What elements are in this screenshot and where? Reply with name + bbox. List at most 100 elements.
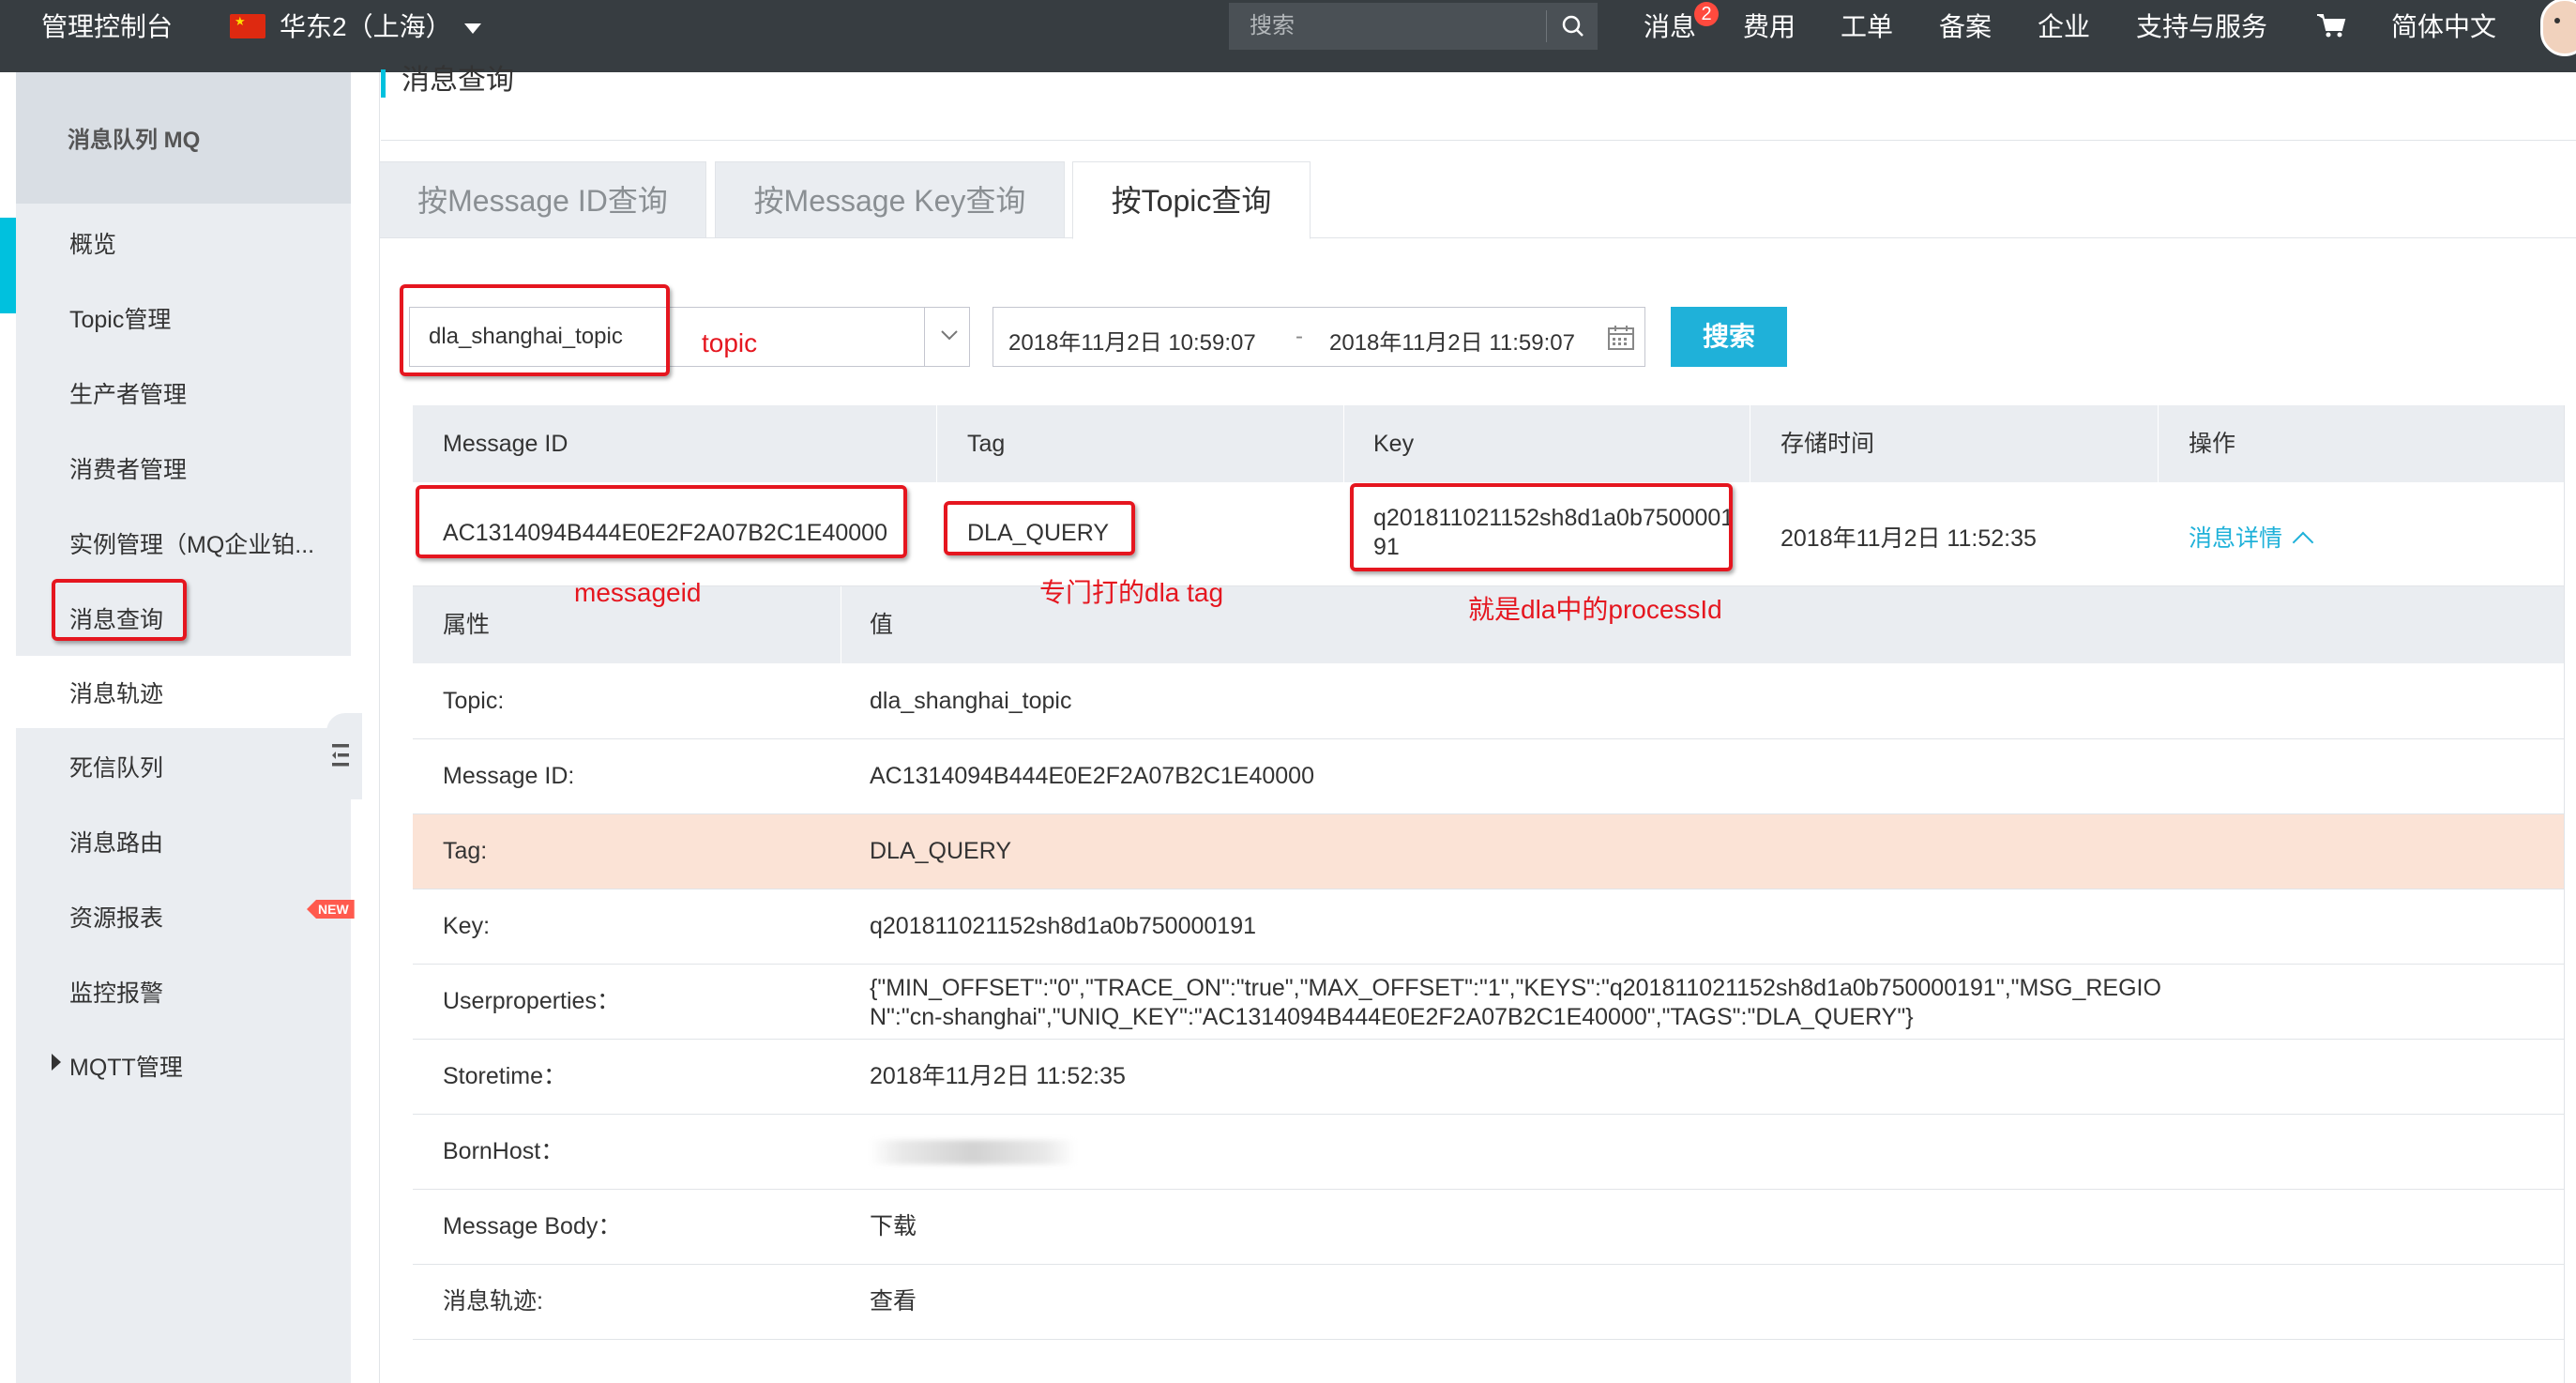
- detail-row-key: Key: q201811021152sh8d1a0b750000191: [413, 889, 2565, 965]
- column-divider: [1343, 405, 1344, 482]
- annotation-box-topic: [400, 284, 670, 376]
- title-divider: [381, 140, 2576, 141]
- tab-query-by-message-key[interactable]: 按Message Key查询: [715, 161, 1065, 238]
- detail-header-property: 属性: [443, 612, 491, 638]
- detail-value: AC1314094B444E0E2F2A07B2C1E40000: [870, 763, 1314, 789]
- nav-tickets[interactable]: 工单: [1841, 0, 1893, 54]
- detail-value: 2018年11月2日 11:52:35: [870, 1063, 1126, 1089]
- column-header-message-id: Message ID: [443, 431, 568, 457]
- detail-key: Message Body：: [443, 1213, 622, 1239]
- detail-value-redacted: [870, 1115, 1076, 1189]
- annotation-box-message-query: [52, 579, 187, 641]
- column-header-actions: 操作: [2189, 431, 2236, 457]
- annotation-box-tag: [944, 501, 1135, 555]
- sidebar-accent-bar: [0, 218, 16, 313]
- detail-value: DLA_QUERY: [870, 838, 1011, 864]
- cart-icon[interactable]: [2315, 11, 2347, 39]
- tab-query-by-topic[interactable]: 按Topic查询: [1072, 161, 1311, 239]
- column-header-store-time: 存储时间: [1780, 431, 1875, 457]
- product-name: 消息队列 MQ: [68, 128, 201, 153]
- detail-key: Topic:: [443, 688, 505, 714]
- annotation-box-key: [1350, 483, 1733, 571]
- detail-row-bornhost: BornHost：: [413, 1115, 2565, 1190]
- console-home-link[interactable]: 管理控制台: [41, 0, 173, 54]
- column-divider: [936, 405, 937, 482]
- detail-key: 消息轨迹:: [443, 1288, 543, 1315]
- chevron-down-icon[interactable]: [464, 23, 481, 34]
- new-badge: NEW: [307, 900, 355, 919]
- annotation-box-message-id: [416, 485, 907, 558]
- view-trace-link[interactable]: 查看: [870, 1265, 917, 1339]
- nav-enterprise[interactable]: 企业: [2038, 0, 2090, 54]
- detail-row-message-body: Message Body： 下载: [413, 1190, 2565, 1265]
- tab-query-by-message-id[interactable]: 按Message ID查询: [379, 161, 706, 238]
- sidebar-item-dead-letter-queue[interactable]: 死信队列: [69, 750, 163, 783]
- row-store-time: 2018年11月2日 11:52:35: [1780, 525, 2037, 552]
- chevron-down-icon[interactable]: [937, 323, 962, 347]
- search-button[interactable]: 搜索: [1671, 307, 1787, 367]
- column-header-key: Key: [1373, 431, 1415, 457]
- end-time[interactable]: 2018年11月2日 11:59:07: [1329, 324, 1575, 357]
- sidebar-item-producer-management[interactable]: 生产者管理: [69, 376, 187, 410]
- sidebar-item-consumer-management[interactable]: 消费者管理: [69, 451, 187, 485]
- sidebar-item-mqtt-management[interactable]: MQTT管理: [69, 1049, 183, 1083]
- annotation-label-tag: 专门打的dla tag: [1039, 578, 1224, 607]
- collapse-sidebar-icon[interactable]: [330, 741, 351, 769]
- time-range-picker[interactable]: 2018年11月2日 10:59:07 - 2018年11月2日 11:59:0…: [993, 307, 1645, 367]
- results-table-header: Message ID Tag Key 存储时间 操作: [413, 405, 2565, 482]
- detail-value: q201811021152sh8d1a0b750000191: [870, 913, 1256, 939]
- detail-value: {"MIN_OFFSET":"0","TRACE_ON":"true","MAX…: [870, 975, 2161, 1030]
- title-accent-bar: [381, 69, 386, 98]
- sidebar-item-instance-management[interactable]: 实例管理（MQ企业铂...: [69, 526, 314, 560]
- page-title: 消息查询: [402, 65, 514, 96]
- redacted-blur: [870, 1140, 1076, 1165]
- chevron-right-icon[interactable]: [52, 1054, 61, 1071]
- region-selector[interactable]: 华东2（上海）: [280, 0, 452, 54]
- calendar-icon[interactable]: [1607, 325, 1635, 351]
- detail-row-userproperties: Userproperties： {"MIN_OFFSET":"0","TRACE…: [413, 965, 2565, 1040]
- sidebar: 消息队列 MQ 概览 Topic管理 生产者管理 消费者管理 实例管理（MQ企业…: [16, 72, 355, 1383]
- detail-key: Message ID:: [443, 763, 575, 789]
- sidebar-item-overview[interactable]: 概览: [69, 226, 116, 260]
- annotation-label-topic: topic: [702, 328, 758, 357]
- detail-key: Tag:: [443, 838, 488, 864]
- sidebar-item-monitoring-alarms[interactable]: 监控报警: [69, 975, 163, 1009]
- nav-billing[interactable]: 费用: [1743, 0, 1796, 54]
- detail-value: dla_shanghai_topic: [870, 688, 1072, 714]
- nav-icp-filing[interactable]: 备案: [1939, 0, 1992, 54]
- detail-row-topic: Topic: dla_shanghai_topic: [413, 664, 2565, 739]
- global-search: [1229, 3, 1598, 50]
- sidebar-header: 消息队列 MQ: [16, 72, 351, 204]
- detail-row-message-id: Message ID: AC1314094B444E0E2F2A07B2C1E4…: [413, 739, 2565, 814]
- content-left-border: [379, 72, 380, 1383]
- top-navigation-bar: 管理控制台 ★ 华东2（上海） 消息 2 费用 工单 备案 企业 支持与服务 简…: [0, 0, 2576, 72]
- sidebar-item-message-routing[interactable]: 消息路由: [69, 825, 163, 859]
- search-icon[interactable]: [1559, 12, 1587, 40]
- search-divider: [1546, 10, 1547, 42]
- detail-key: Userproperties：: [443, 988, 620, 1014]
- sidebar-item-message-trace[interactable]: 消息轨迹: [69, 676, 163, 709]
- sidebar-item-resource-reports[interactable]: 资源报表: [69, 900, 163, 934]
- china-flag-icon: ★: [230, 14, 265, 38]
- detail-row-message-trace: 消息轨迹: 查看: [413, 1265, 2565, 1340]
- annotation-label-key: 就是dla中的processId: [1468, 595, 1722, 624]
- sidebar-active-highlight: [16, 656, 351, 728]
- avatar[interactable]: [2540, 0, 2576, 56]
- select-divider: [924, 308, 925, 366]
- global-search-input[interactable]: [1229, 3, 1538, 50]
- sidebar-item-topic-management[interactable]: Topic管理: [69, 301, 171, 335]
- detail-row-storetime: Storetime： 2018年11月2日 11:52:35: [413, 1040, 2565, 1115]
- detail-header-value: 值: [870, 612, 894, 638]
- nav-support-services[interactable]: 支持与服务: [2136, 0, 2267, 54]
- column-header-tag: Tag: [967, 431, 1006, 457]
- message-details-link[interactable]: 消息详情: [2189, 520, 2314, 554]
- start-time[interactable]: 2018年11月2日 10:59:07: [1008, 324, 1256, 357]
- language-selector[interactable]: 简体中文: [2391, 0, 2496, 54]
- annotation-label-messageid: messageid: [574, 578, 702, 607]
- messages-count-badge: 2: [1694, 2, 1719, 26]
- table-right-border: [2564, 405, 2565, 1383]
- tabs-divider: [379, 237, 2576, 238]
- nav-messages[interactable]: 消息: [1644, 0, 1696, 54]
- download-link[interactable]: 下载: [870, 1190, 917, 1264]
- column-divider: [2158, 405, 2159, 482]
